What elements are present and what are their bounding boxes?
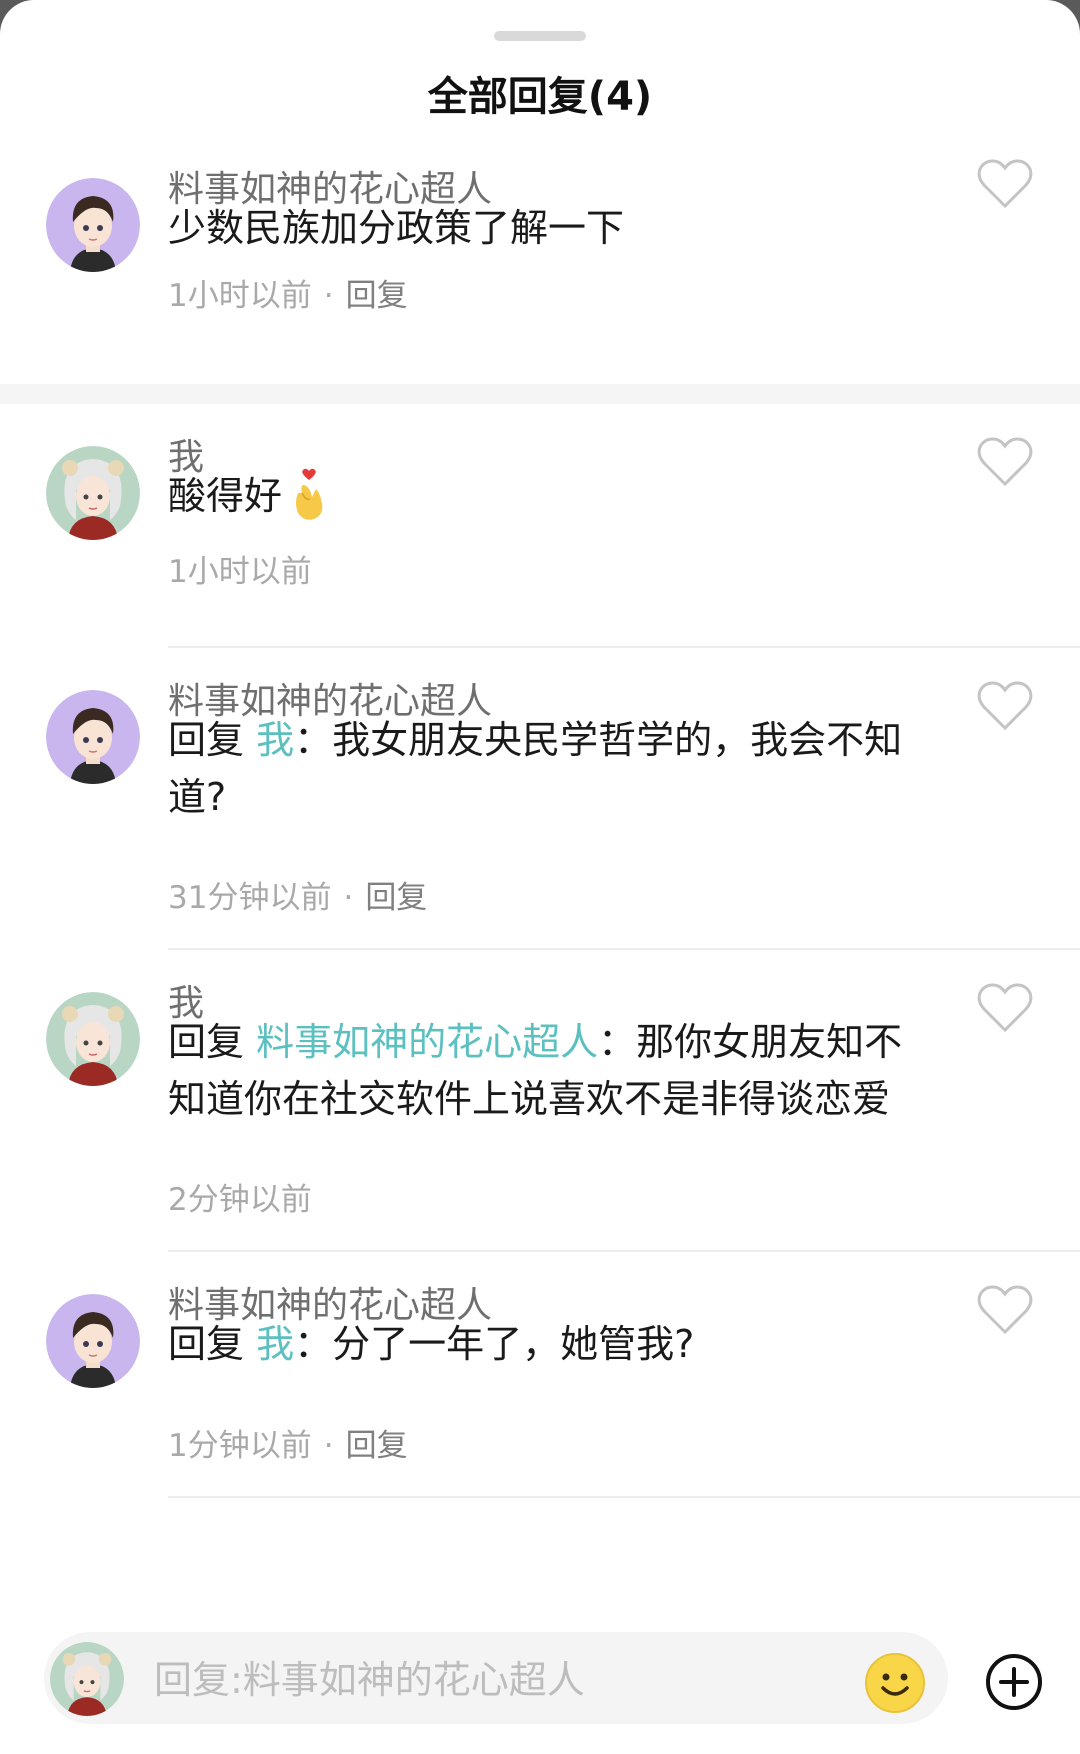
drag-handle[interactable] — [494, 31, 586, 41]
avatar-girl-icon — [50, 1642, 124, 1716]
divider — [168, 1496, 1080, 1498]
comment-time: 31分钟以前 — [168, 880, 332, 916]
reply-button[interactable]: 回复 — [346, 278, 408, 314]
avatar-girl[interactable] — [46, 992, 140, 1086]
sheet-title: 全部回复(4) — [427, 74, 653, 120]
avatar-girl-icon — [46, 446, 140, 540]
comment-text: 少数民族加分政策了解一下 — [168, 206, 625, 250]
comment-text: 回复 我：我女朋友央民学哲学的，我会不知道? — [168, 712, 928, 826]
comment-time: 1小时以前 — [168, 554, 312, 590]
comment-time: 1小时以前 — [168, 278, 312, 314]
avatar-girl[interactable] — [46, 446, 140, 540]
reply-prefix: 回复 — [168, 1322, 245, 1366]
reply-sheet: 全部回复(4) 料事如神的花心超人 少数民族加分政策了解一下 1小时以前 · 回复 — [0, 0, 1080, 1754]
reply-prefix: 回复 — [168, 718, 245, 762]
reply-button[interactable]: 回复 — [365, 880, 427, 916]
finger-heart-emoji-icon — [296, 468, 323, 520]
section-separator — [0, 384, 1080, 404]
heart-outline-icon[interactable] — [976, 982, 1034, 1034]
comment-meta: 1小时以前 — [168, 546, 312, 591]
avatar-boy[interactable] — [46, 690, 140, 784]
comment-text: 回复 我：分了一年了，她管我? — [168, 1316, 928, 1373]
comment-text-content: 酸得好 — [168, 474, 283, 518]
comment-text: 回复 料事如神的花心超人：那你女朋友知不知道你在社交软件上说喜欢不是非得谈恋爱 — [168, 1014, 928, 1128]
meta-separator: · — [343, 880, 354, 916]
avatar-boy-icon — [46, 690, 140, 784]
mention-link[interactable]: 我 — [256, 718, 294, 762]
avatar-boy-icon — [46, 1294, 140, 1388]
reply-prefix: 回复 — [168, 1020, 245, 1064]
heart-outline-icon[interactable] — [976, 680, 1034, 732]
avatar-boy-icon — [46, 178, 140, 272]
reply-input[interactable] — [152, 1650, 856, 1710]
divider — [168, 646, 1080, 648]
plus-circle-icon[interactable] — [984, 1652, 1044, 1712]
composer-avatar — [50, 1642, 124, 1716]
meta-separator: · — [323, 1428, 334, 1464]
comment-time: 2分钟以前 — [168, 1182, 312, 1218]
avatar-girl-icon — [46, 992, 140, 1086]
comment-time: 1分钟以前 — [168, 1428, 312, 1464]
heart-outline-icon[interactable] — [976, 436, 1034, 488]
comment-meta: 2分钟以前 — [168, 1174, 312, 1219]
avatar-boy[interactable] — [46, 178, 140, 272]
mention-link[interactable]: 料事如神的花心超人 — [256, 1020, 598, 1064]
comment-meta: 1小时以前 · 回复 — [168, 270, 408, 315]
mention-link[interactable]: 我 — [256, 1322, 294, 1366]
comment-text: 酸得好 — [168, 468, 928, 527]
smiley-icon[interactable] — [864, 1652, 926, 1714]
comment-text-content: ：分了一年了，她管我? — [294, 1322, 695, 1366]
comment-meta: 31分钟以前 · 回复 — [168, 872, 427, 917]
divider — [168, 948, 1080, 950]
divider — [168, 1250, 1080, 1252]
avatar-boy[interactable] — [46, 1294, 140, 1388]
reply-button[interactable]: 回复 — [346, 1428, 408, 1464]
heart-outline-icon[interactable] — [976, 158, 1034, 210]
meta-separator: · — [323, 278, 334, 314]
heart-outline-icon[interactable] — [976, 1284, 1034, 1336]
comment-meta: 1分钟以前 · 回复 — [168, 1420, 408, 1465]
